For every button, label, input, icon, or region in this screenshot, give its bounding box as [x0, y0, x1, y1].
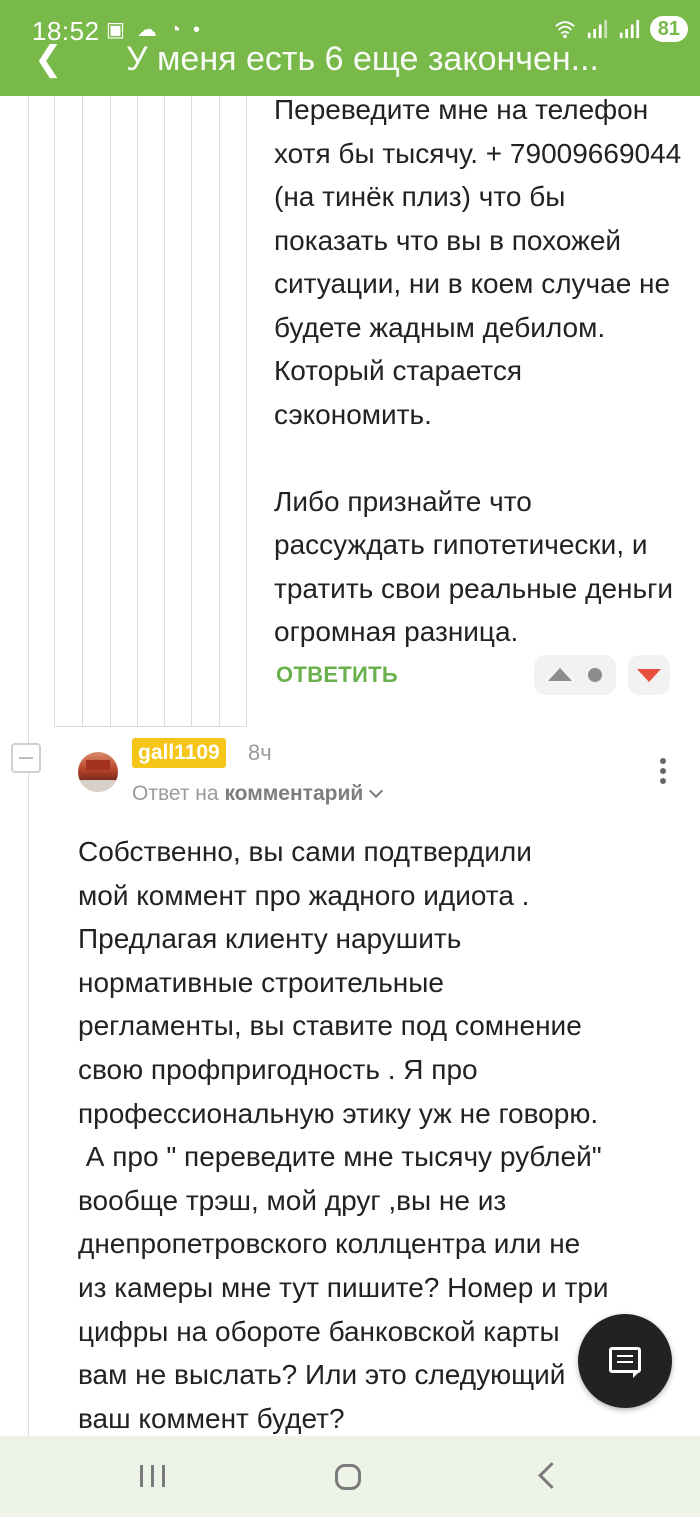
system-nav-bar: [0, 1436, 700, 1517]
rating-dot-icon: [588, 668, 602, 682]
downvote-icon: [637, 669, 661, 682]
sync-icon: ◔: [168, 19, 181, 41]
dot-icon: •: [193, 19, 201, 41]
back-icon[interactable]: [538, 1462, 565, 1489]
collapse-thread-button[interactable]: [11, 743, 41, 773]
chevron-down-icon: [369, 783, 384, 799]
comment-line: днепропетровского коллцентра или не: [78, 1228, 581, 1260]
reply-to-link[interactable]: Ответ на комментарий: [132, 782, 384, 806]
comment-line: вообще трэш, мой друг ,вы не из: [78, 1184, 507, 1216]
comment-line: из камеры мне тут пишите? Номер и три: [78, 1271, 609, 1303]
comment-line: нормативные строительные: [78, 966, 444, 998]
comment-line: А про " переведите мне тысячу рублей": [78, 1141, 602, 1173]
screenshot-icon: ▣: [106, 19, 125, 41]
comment-line: Предлагая клиенту нарушить: [78, 923, 462, 955]
back-arrow-icon[interactable]: ❮: [34, 42, 63, 76]
downvote-button[interactable]: [628, 655, 670, 695]
status-time: 18:52: [32, 16, 100, 46]
recent-apps-icon[interactable]: [140, 1465, 166, 1487]
reply-to-prefix: Ответ на: [132, 782, 219, 805]
comment-line: Собственно, вы сами подтвердили: [78, 836, 532, 867]
comment-body: Переведите мне на телефон хотя бы тысячу…: [274, 88, 684, 654]
wifi-icon: [554, 21, 575, 39]
comment-fab-button[interactable]: [578, 1314, 672, 1408]
more-options-icon[interactable]: [660, 758, 668, 788]
upvote-icon[interactable]: [548, 668, 572, 681]
home-icon[interactable]: [335, 1464, 361, 1490]
comment-paragraph: Либо признайте что рассуждать гипотетиче…: [274, 485, 673, 648]
comment-paragraph: Переведите мне на телефон хотя бы тысячу…: [274, 94, 682, 430]
reply-to-target: комментарий: [224, 782, 364, 805]
battery-indicator: 81: [649, 16, 688, 42]
comment-line: регламенты, вы ставите под сомнение: [78, 1010, 582, 1042]
reply-button[interactable]: ОТВЕТИТЬ: [276, 662, 398, 688]
signal-icon-2: [619, 19, 639, 39]
cloud-icon: ☁: [136, 19, 157, 41]
avatar[interactable]: [78, 752, 118, 792]
comment-line: профессиональную этику уж не говорю.: [78, 1097, 599, 1129]
post-title: У меня есть 6 еще закончен...: [126, 40, 599, 78]
comment-line: ваш коммент будет?: [78, 1402, 345, 1434]
vote-controls: [534, 655, 616, 695]
top-app-bar: У меня есть 6 еще закончен... ❮ 18:52 ▣ …: [0, 0, 700, 96]
comment-line: свою профпригодность . Я про: [78, 1053, 478, 1085]
comment-line: мой коммент про жадного идиота .: [78, 879, 530, 911]
notification-icons: ▣ ☁ ◔ •: [106, 18, 200, 42]
signal-icon: [587, 19, 607, 39]
comment-time: 8ч: [248, 740, 272, 765]
username-badge[interactable]: gall1109: [132, 738, 226, 768]
system-icons: 81: [554, 16, 688, 42]
